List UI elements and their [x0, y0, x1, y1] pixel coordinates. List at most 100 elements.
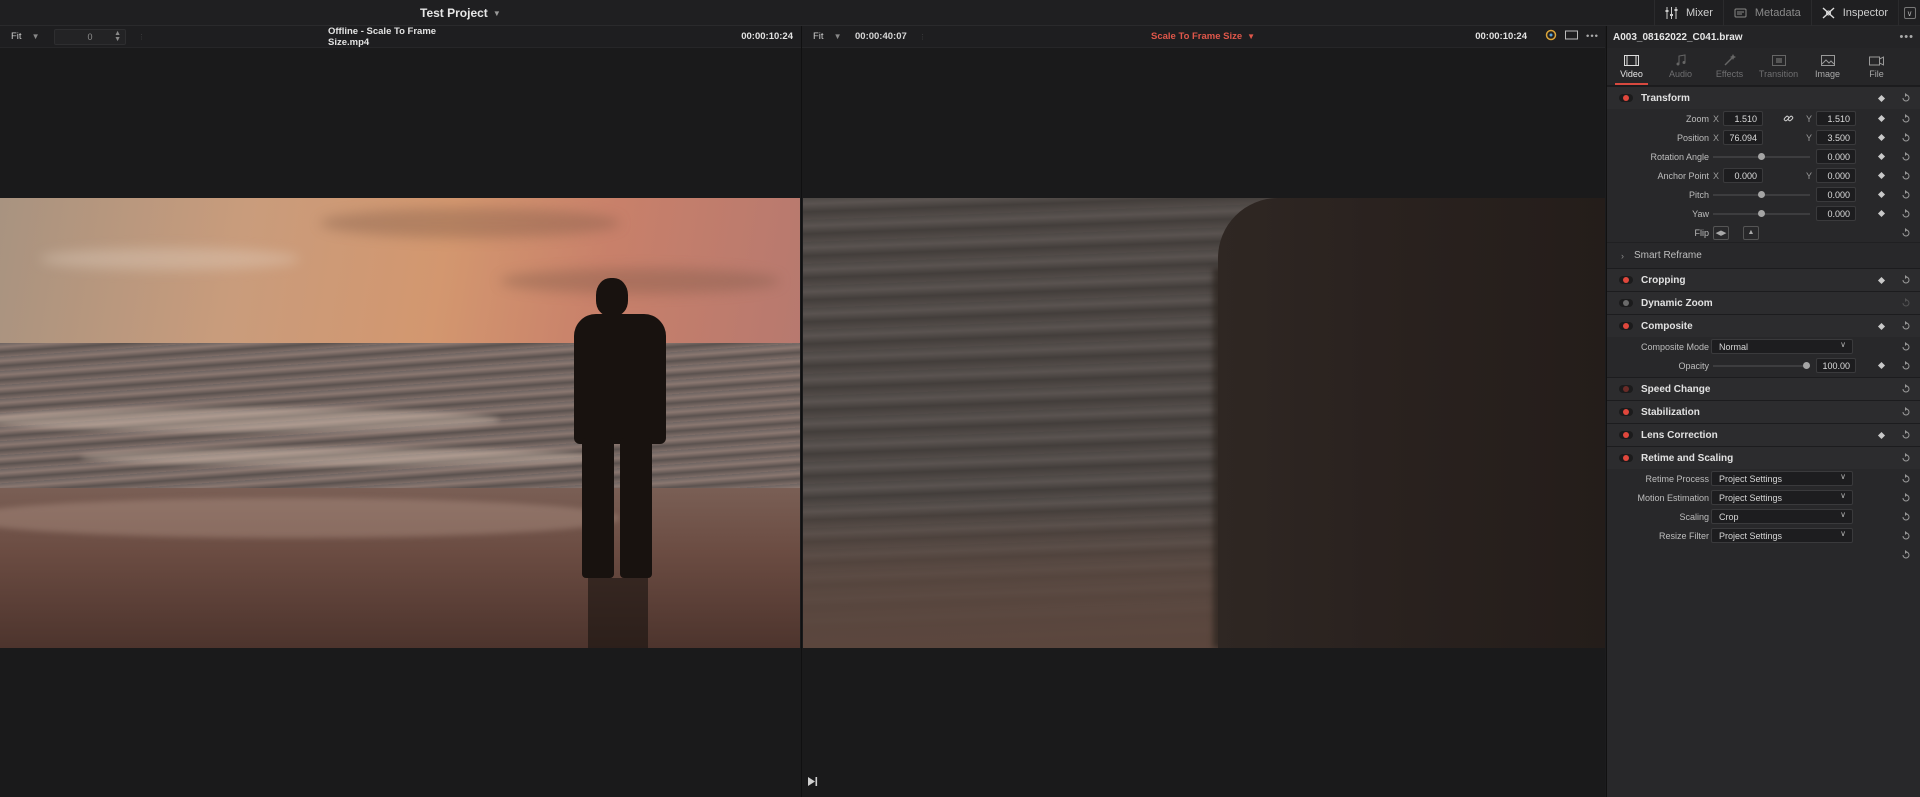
keyframe-icon[interactable]	[1877, 152, 1886, 161]
composite-mode-select[interactable]: Normal ∨	[1711, 339, 1853, 354]
slider-knob[interactable]	[1803, 362, 1810, 369]
reset-icon[interactable]	[1900, 473, 1911, 484]
section-retime-scaling[interactable]: Retime and Scaling	[1607, 446, 1920, 469]
anchor-x-field[interactable]: 0.000	[1723, 168, 1763, 183]
keyframe-icon[interactable]	[1877, 322, 1886, 330]
resize-filter-select[interactable]: Project Settings ∨	[1711, 528, 1853, 543]
reset-icon[interactable]	[1900, 227, 1911, 238]
project-title[interactable]: Test Project ▼	[420, 0, 520, 26]
motion-estimation-select[interactable]: Project Settings ∨	[1711, 490, 1853, 505]
source-fit-dropdown[interactable]: Fit ▼	[0, 31, 48, 42]
more-options-icon[interactable]: •••	[1586, 31, 1599, 42]
speed-change-toggle[interactable]	[1619, 385, 1633, 393]
reset-icon[interactable]	[1900, 530, 1911, 541]
timeline-video-frame[interactable]	[803, 198, 1605, 648]
stepper-icon[interactable]: ▲ ▼	[114, 30, 121, 43]
source-video-frame[interactable]	[0, 198, 800, 648]
rotation-field[interactable]: 0.000	[1816, 149, 1856, 164]
reset-icon[interactable]	[1900, 93, 1911, 104]
pitch-field[interactable]: 0.000	[1816, 187, 1856, 202]
zoom-y-field[interactable]: 1.510	[1816, 111, 1856, 126]
inspector-button[interactable]: Inspector	[1810, 0, 1898, 26]
reset-icon[interactable]	[1900, 298, 1911, 309]
opacity-field[interactable]: 100.00	[1816, 358, 1856, 373]
reset-icon[interactable]	[1900, 208, 1911, 219]
section-speed-change[interactable]: Speed Change	[1607, 377, 1920, 400]
mixer-button[interactable]: Mixer	[1653, 0, 1723, 26]
retime-process-select[interactable]: Project Settings ∨	[1711, 471, 1853, 486]
reset-icon[interactable]	[1900, 170, 1911, 181]
section-cropping[interactable]: Cropping	[1607, 268, 1920, 291]
link-icon[interactable]	[1783, 113, 1794, 124]
keyframe-icon[interactable]	[1877, 114, 1886, 123]
zoom-x-field[interactable]: 1.510	[1723, 111, 1763, 126]
reset-icon[interactable]	[1900, 189, 1911, 200]
composite-toggle[interactable]	[1619, 322, 1633, 330]
reset-icon[interactable]	[1900, 151, 1911, 162]
reset-icon[interactable]	[1900, 430, 1911, 441]
tab-effects[interactable]: Effects	[1705, 48, 1754, 85]
timeline-timecode[interactable]: 00:00:10:24	[1475, 31, 1527, 42]
position-y-field[interactable]: 3.500	[1816, 130, 1856, 145]
lens-correction-toggle[interactable]	[1619, 431, 1633, 439]
stabilization-toggle[interactable]	[1619, 408, 1633, 416]
reset-icon[interactable]	[1900, 492, 1911, 503]
keyframe-icon[interactable]	[1877, 431, 1886, 439]
go-to-end-icon[interactable]	[807, 776, 819, 788]
color-wheel-icon[interactable]	[1545, 29, 1557, 44]
dynamic-zoom-toggle[interactable]	[1619, 299, 1633, 307]
panel-collapse-button[interactable]: ∨	[1898, 0, 1920, 26]
keyframe-icon[interactable]	[1877, 276, 1886, 284]
keyframe-icon[interactable]	[1877, 94, 1886, 102]
rotation-slider[interactable]	[1713, 153, 1810, 160]
metadata-button[interactable]: Metadata	[1722, 0, 1811, 26]
source-timecode[interactable]: 00:00:10:24	[741, 31, 793, 42]
cropping-toggle[interactable]	[1619, 276, 1633, 284]
tab-transition[interactable]: Transition	[1754, 48, 1803, 85]
tab-video[interactable]: Video	[1607, 48, 1656, 85]
more-options-icon[interactable]: •••	[1899, 31, 1914, 43]
reset-icon[interactable]	[1900, 453, 1911, 464]
viewer-mode-icon[interactable]	[1565, 30, 1579, 43]
scaling-select[interactable]: Crop ∨	[1711, 509, 1853, 524]
section-lens-correction[interactable]: Lens Correction	[1607, 423, 1920, 446]
flip-horizontal-icon[interactable]: ◀▶	[1713, 225, 1729, 240]
tab-image[interactable]: Image	[1803, 48, 1852, 85]
keyframe-icon[interactable]	[1877, 133, 1886, 142]
reset-icon[interactable]	[1900, 549, 1911, 560]
reset-icon[interactable]	[1900, 341, 1911, 352]
slider-knob[interactable]	[1758, 153, 1765, 160]
tab-file[interactable]: File	[1852, 48, 1901, 85]
smart-reframe-row[interactable]: › Smart Reframe	[1607, 242, 1920, 268]
reset-icon[interactable]	[1900, 511, 1911, 522]
source-viewer[interactable]	[0, 48, 801, 797]
opacity-slider[interactable]	[1713, 362, 1810, 369]
slider-knob[interactable]	[1758, 191, 1765, 198]
anchor-y-field[interactable]: 0.000	[1816, 168, 1856, 183]
keyframe-icon[interactable]	[1877, 190, 1886, 199]
section-transform[interactable]: Transform	[1607, 86, 1920, 109]
reset-icon[interactable]	[1900, 384, 1911, 395]
flip-vertical-icon[interactable]: ▲	[1743, 225, 1759, 240]
frame-input[interactable]: 0 ▲ ▼	[54, 28, 126, 45]
yaw-slider[interactable]	[1713, 210, 1810, 217]
pitch-slider[interactable]	[1713, 191, 1810, 198]
timeline-viewer[interactable]	[802, 48, 1605, 797]
keyframe-icon[interactable]	[1877, 171, 1886, 180]
reset-icon[interactable]	[1900, 321, 1911, 332]
retime-toggle[interactable]	[1619, 454, 1633, 462]
reset-icon[interactable]	[1900, 132, 1911, 143]
section-dynamic-zoom[interactable]: Dynamic Zoom	[1607, 291, 1920, 314]
keyframe-icon[interactable]	[1877, 361, 1886, 370]
slider-knob[interactable]	[1758, 210, 1765, 217]
transform-toggle[interactable]	[1619, 94, 1633, 102]
timeline-fit-dropdown[interactable]: Fit ▼	[802, 31, 850, 42]
timeline-title-dropdown[interactable]: Scale To Frame Size ▼	[1151, 31, 1255, 42]
tab-audio[interactable]: Audio	[1656, 48, 1705, 85]
yaw-field[interactable]: 0.000	[1816, 206, 1856, 221]
keyframe-icon[interactable]	[1877, 209, 1886, 218]
reset-icon[interactable]	[1900, 275, 1911, 286]
reset-icon[interactable]	[1900, 113, 1911, 124]
section-stabilization[interactable]: Stabilization	[1607, 400, 1920, 423]
reset-icon[interactable]	[1900, 407, 1911, 418]
